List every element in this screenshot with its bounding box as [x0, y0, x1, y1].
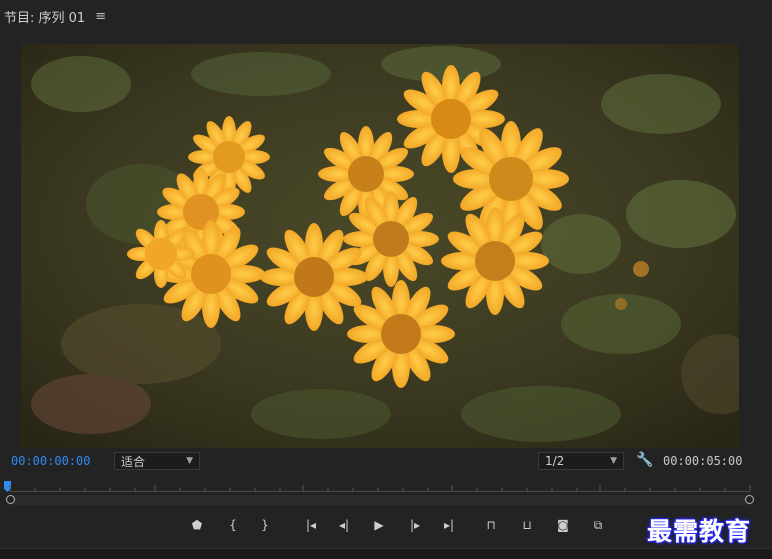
go-to-out-icon[interactable]: ▸| [438, 514, 460, 536]
video-frame [21, 44, 739, 448]
panel-bottom-edge [0, 548, 772, 559]
timeline-ruler[interactable] [0, 478, 772, 508]
mark-in-icon[interactable]: { [222, 514, 244, 536]
zoom-bar-right-handle[interactable] [745, 495, 754, 504]
panel-title[interactable]: 节目: 序列 01 [4, 7, 85, 26]
comparison-view-icon[interactable]: ⧉ [587, 514, 609, 536]
zoom-bar-left-handle[interactable] [6, 495, 15, 504]
playhead-timecode[interactable]: 00:00:00:00 [11, 454, 90, 468]
playback-resolution-value: 1/2 [545, 454, 565, 468]
zoom-scroll-bar[interactable] [10, 495, 750, 505]
zoom-level-value: 适合 [121, 454, 146, 469]
extract-icon[interactable]: ⊔ [516, 514, 538, 536]
program-monitor-viewer[interactable] [21, 44, 739, 448]
duration-timecode: 00:00:05:00 [663, 454, 743, 468]
chevron-down-icon: ▼ [610, 456, 617, 466]
playback-resolution-select[interactable]: 1/2 ▼ [538, 452, 624, 470]
step-forward-icon[interactable]: |▸ [404, 514, 426, 536]
panel-header: 节目: 序列 01 ≡ [0, 0, 772, 32]
zoom-level-select[interactable]: 适合 ▼ [114, 452, 200, 470]
chevron-down-icon: ▼ [186, 456, 193, 466]
step-back-icon[interactable]: ◂| [333, 514, 355, 536]
go-to-in-icon[interactable]: |◂ [300, 514, 322, 536]
play-icon[interactable]: ▶ [368, 514, 390, 536]
mark-out-icon[interactable]: } [254, 514, 276, 536]
lift-icon[interactable]: ⊓ [480, 514, 502, 536]
watermark-logo: 最需教育 [647, 517, 752, 546]
viewer-controls-row: 00:00:00:00 适合 ▼ 1/2 ▼ 🔧 00:00:05:00 [0, 450, 772, 472]
panel-menu-icon[interactable]: ≡ [95, 9, 106, 24]
add-marker-icon[interactable]: ⬟ [186, 514, 208, 536]
export-frame-icon[interactable]: ◙ [552, 514, 574, 536]
settings-wrench-icon[interactable]: 🔧 [636, 452, 653, 468]
